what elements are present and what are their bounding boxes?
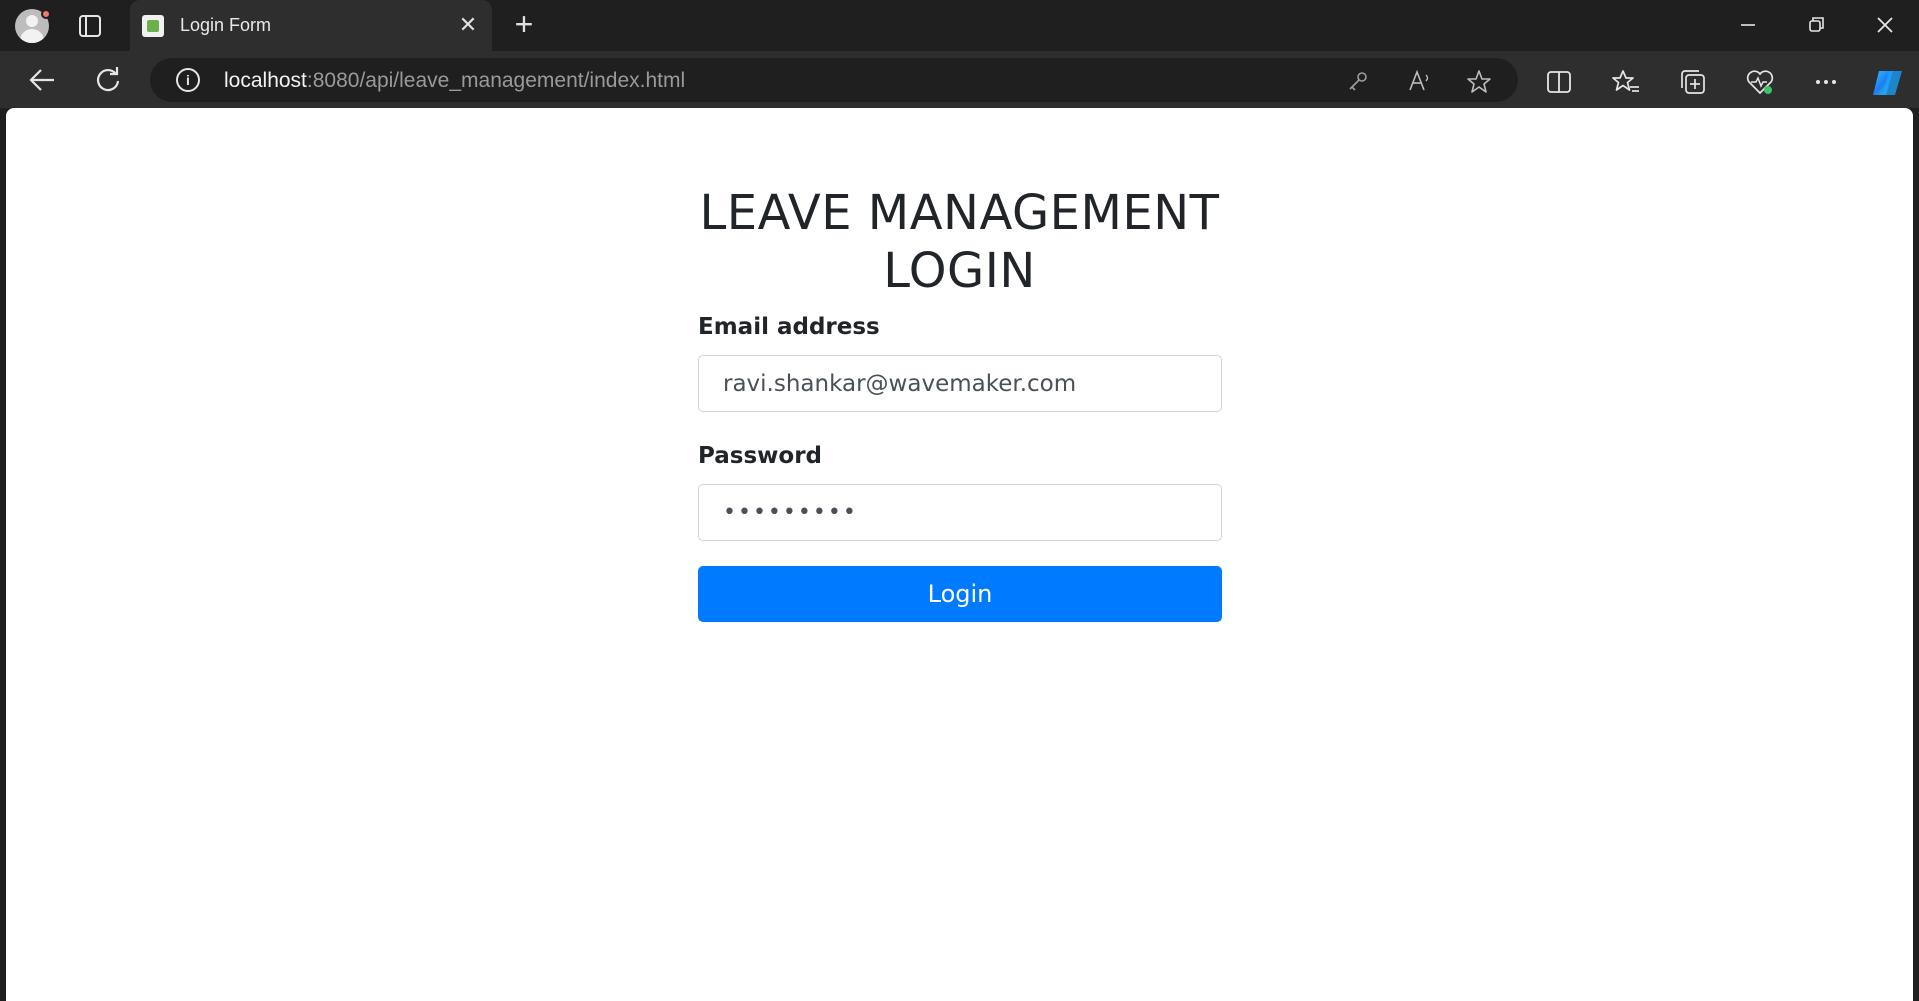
restore-icon[interactable] <box>1782 0 1850 51</box>
page-title-line2: LOGIN <box>883 243 1036 299</box>
close-window-icon[interactable] <box>1851 0 1919 51</box>
email-label: Email address <box>698 314 880 340</box>
browser-toolbar: i localhost:8080/api/leave_management/in… <box>0 51 1919 108</box>
collections-icon[interactable] <box>1679 68 1707 96</box>
copilot-icon[interactable] <box>1869 68 1907 96</box>
password-label: Password <box>698 443 822 469</box>
site-info-icon[interactable]: i <box>176 68 200 92</box>
tab-actions-icon[interactable] <box>74 13 106 39</box>
tab-close-icon[interactable]: ✕ <box>456 13 480 37</box>
key-icon[interactable] <box>1346 69 1370 93</box>
more-options-icon[interactable] <box>1812 68 1840 96</box>
browser-tab-strip: Login Form ✕ + <box>0 0 1919 51</box>
page-viewport: LEAVE MANAGEMENT LOGIN Email address Pas… <box>6 108 1913 1001</box>
password-field[interactable] <box>698 484 1222 541</box>
minimize-icon[interactable] <box>1714 0 1782 51</box>
profile-notification-dot <box>41 9 51 19</box>
read-aloud-icon[interactable] <box>1407 69 1431 93</box>
address-url[interactable]: localhost:8080/api/leave_management/inde… <box>224 69 685 93</box>
browser-essentials-icon[interactable] <box>1745 68 1774 96</box>
active-tab[interactable]: Login Form ✕ <box>130 0 492 51</box>
favorite-star-icon[interactable] <box>1466 69 1491 93</box>
back-icon[interactable] <box>22 61 62 99</box>
login-button[interactable]: Login <box>698 566 1222 622</box>
page-title-line1: LEAVE MANAGEMENT <box>699 185 1220 241</box>
address-bar[interactable]: i localhost:8080/api/leave_management/in… <box>150 58 1518 102</box>
email-field[interactable] <box>698 355 1222 412</box>
page-title: LEAVE MANAGEMENT LOGIN <box>6 184 1913 300</box>
reload-icon[interactable] <box>88 61 128 99</box>
new-tab-icon[interactable]: + <box>508 8 540 41</box>
site-favicon-icon <box>142 15 164 37</box>
split-screen-icon[interactable] <box>1545 68 1573 96</box>
tab-title: Login Form <box>180 15 272 35</box>
favorites-icon[interactable] <box>1612 68 1640 96</box>
